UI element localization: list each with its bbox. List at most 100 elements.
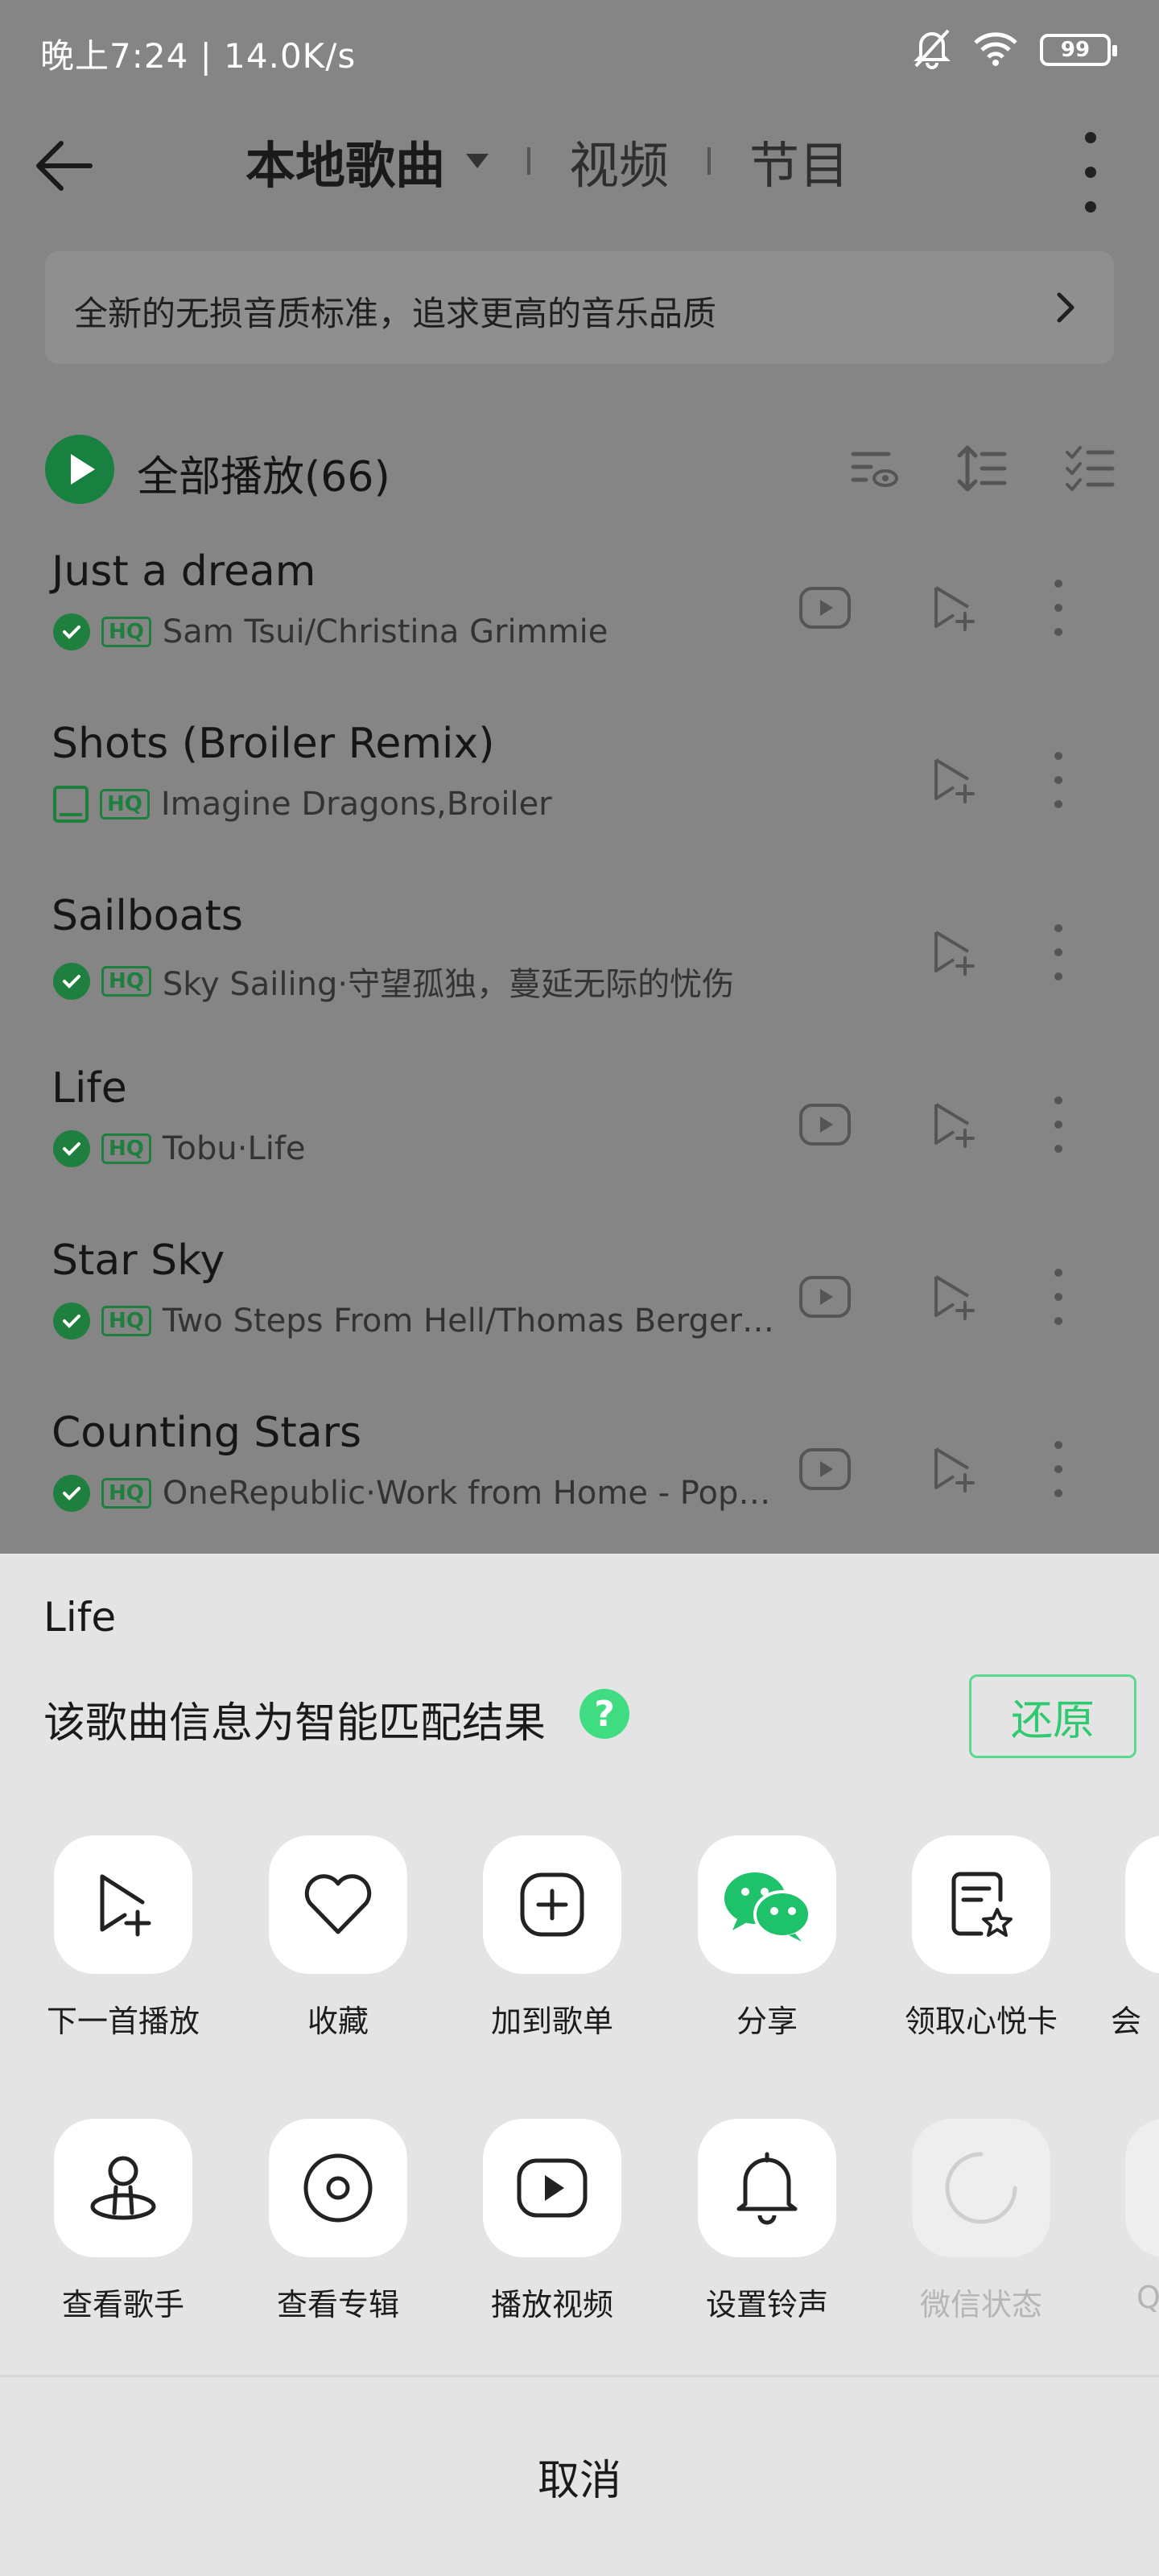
song-more-button[interactable]	[1022, 1088, 1095, 1161]
add-to-queue-button[interactable]	[918, 1433, 990, 1505]
song-actions	[918, 744, 1095, 816]
song-more-button[interactable]	[1022, 572, 1095, 644]
next-play-icon	[934, 931, 975, 976]
more-vertical-icon	[1050, 580, 1066, 636]
song-artist: Imagine Dragons,Broiler	[160, 786, 552, 823]
add-to-queue-button[interactable]	[918, 1261, 990, 1333]
song-more-button[interactable]	[1022, 1433, 1095, 1505]
song-row[interactable]: Star Sky HQ Two Steps From Hell/Thomas B…	[0, 1212, 1159, 1385]
mv-button[interactable]	[789, 1088, 861, 1161]
local-device-icon	[53, 786, 89, 823]
chevron-right-icon	[1057, 292, 1074, 323]
share-action[interactable]: 分享	[674, 1835, 860, 2077]
mute-bell-icon	[913, 27, 951, 72]
card-star-icon	[951, 1872, 1013, 1937]
partial-action[interactable]: 会	[1104, 1835, 1159, 2077]
action-row-2: 查看歌手 查看专辑 播放视频 设置铃声 微信状态 Q	[0, 2119, 1159, 2360]
help-icon[interactable]: ?	[580, 1689, 629, 1739]
dropdown-caret-icon[interactable]	[466, 154, 489, 168]
wifi-icon	[972, 30, 1019, 70]
tab-local-songs[interactable]: 本地歌曲	[245, 125, 445, 197]
heart-icon	[304, 1874, 372, 1934]
song-meta: HQ Sky Sailing·守望孤独，蔓延无际的忧伤	[53, 958, 734, 1005]
more-vertical-icon	[1050, 924, 1066, 980]
action-label: 加到歌单	[490, 2004, 613, 2039]
add-to-queue-button[interactable]	[918, 744, 990, 816]
favorite-action[interactable]: 收藏	[245, 1835, 431, 2077]
status-bar: 晚上7:24 | 14.0K/s 99	[0, 0, 1159, 105]
restore-button[interactable]: 还原	[969, 1674, 1136, 1758]
add-to-playlist-action[interactable]: 加到歌单	[460, 1835, 645, 2077]
song-artist: Sky Sailing·守望孤独，蔓延无际的忧伤	[162, 966, 735, 1003]
song-row[interactable]: Just a dream HQ Sam Tsui/Christina Grimm…	[0, 523, 1159, 696]
hq-badge: HQ	[101, 1133, 151, 1164]
add-to-queue-button[interactable]	[918, 916, 990, 989]
set-ringtone-action[interactable]: 设置铃声	[674, 2119, 860, 2360]
action-label: 播放视频	[490, 2287, 613, 2322]
song-actions	[789, 1261, 1095, 1333]
cancel-button[interactable]: 取消	[0, 2377, 1159, 2576]
back-arrow-icon	[36, 141, 93, 191]
add-to-playlist-icon	[520, 1872, 584, 1937]
action-label: 设置铃声	[705, 2287, 828, 2322]
song-artist: Sam Tsui/Christina Grimmie	[162, 613, 608, 650]
action-label: 分享	[736, 2004, 798, 2039]
smart-match-notice: 该歌曲信息为智能匹配结果	[43, 1699, 547, 1748]
action-label: 查看专辑	[276, 2287, 399, 2322]
mv-button[interactable]	[789, 572, 861, 644]
tab-program[interactable]: 节目	[749, 125, 849, 197]
play-video-icon	[517, 2158, 588, 2218]
action-label: 领取心悦卡	[904, 2004, 1058, 2039]
song-more-button[interactable]	[1022, 1261, 1095, 1333]
lossless-promo-banner[interactable]: 全新的无损音质标准，追求更高的音乐品质	[45, 251, 1114, 364]
more-vertical-icon	[1050, 1269, 1066, 1325]
action-row-1: 下一首播放 收藏 加到歌单 分享 领取心悦卡 会	[0, 1835, 1159, 2077]
category-tabs: 本地歌曲 视频 节目	[245, 129, 849, 195]
song-action-sheet: Life 该歌曲信息为智能匹配结果 ? 还原 下一首播放 收藏 加到歌单 分享 …	[0, 1554, 1159, 2576]
play-all-label[interactable]: 全部播放(66)	[137, 443, 390, 503]
claim-card-action[interactable]: 领取心悦卡	[889, 1835, 1074, 2077]
play-video-action[interactable]: 播放视频	[460, 2119, 645, 2360]
song-row[interactable]: Counting Stars HQ OneRepublic·Work from …	[0, 1385, 1159, 1557]
song-meta: HQ Sam Tsui/Christina Grimmie	[53, 613, 608, 650]
song-more-button[interactable]	[1022, 744, 1095, 816]
wechat-icon	[724, 1872, 811, 1942]
dimmed-background-screen: 晚上7:24 | 14.0K/s 99 本地歌曲 视频 节目 全新的无损音质标准…	[0, 0, 1159, 1554]
song-more-button[interactable]	[1022, 916, 1095, 989]
partial-action[interactable]: Q	[1104, 2119, 1159, 2360]
play-all-button[interactable]	[45, 435, 114, 504]
downloaded-check-icon	[53, 963, 90, 1000]
multi-select-icon[interactable]	[1064, 443, 1116, 494]
list-tools	[848, 443, 1116, 494]
status-icons: 99	[913, 27, 1117, 72]
mv-button[interactable]	[789, 1261, 861, 1333]
sort-icon[interactable]	[956, 443, 1008, 494]
song-title: Life	[52, 1064, 127, 1113]
next-play-icon	[934, 758, 975, 803]
play-all-row: 全部播放(66)	[45, 435, 1116, 507]
action-label: 微信状态	[919, 2287, 1042, 2322]
song-row[interactable]: Life HQ Tobu·Life	[0, 1040, 1159, 1212]
add-to-queue-button[interactable]	[918, 572, 990, 644]
more-options-button[interactable]	[1079, 132, 1103, 213]
more-vertical-icon	[1050, 1096, 1066, 1153]
back-button[interactable]	[32, 134, 97, 198]
wechat-status-action[interactable]: 微信状态	[889, 2119, 1074, 2360]
song-row[interactable]: Shots (Broiler Remix) HQ Imagine Dragons…	[0, 696, 1159, 868]
battery-level: 99	[1060, 38, 1091, 62]
downloaded-check-icon	[53, 1475, 90, 1512]
add-to-queue-button[interactable]	[918, 1088, 990, 1161]
song-row[interactable]: Sailboats HQ Sky Sailing·守望孤独，蔓延无际的忧伤	[0, 868, 1159, 1040]
next-play-action[interactable]: 下一首播放	[31, 1835, 216, 2077]
mv-button[interactable]	[789, 1433, 861, 1505]
view-singer-action[interactable]: 查看歌手	[31, 2119, 216, 2360]
next-play-icon	[100, 1874, 151, 1937]
song-title: Just a dream	[52, 547, 316, 596]
tab-video[interactable]: 视频	[569, 125, 669, 197]
tab-divider	[707, 147, 711, 175]
filter-view-icon[interactable]	[848, 443, 900, 494]
view-album-action[interactable]: 查看专辑	[245, 2119, 431, 2360]
downloaded-check-icon	[53, 1302, 90, 1340]
next-play-icon	[934, 1103, 975, 1148]
more-vertical-icon	[1050, 1441, 1066, 1497]
